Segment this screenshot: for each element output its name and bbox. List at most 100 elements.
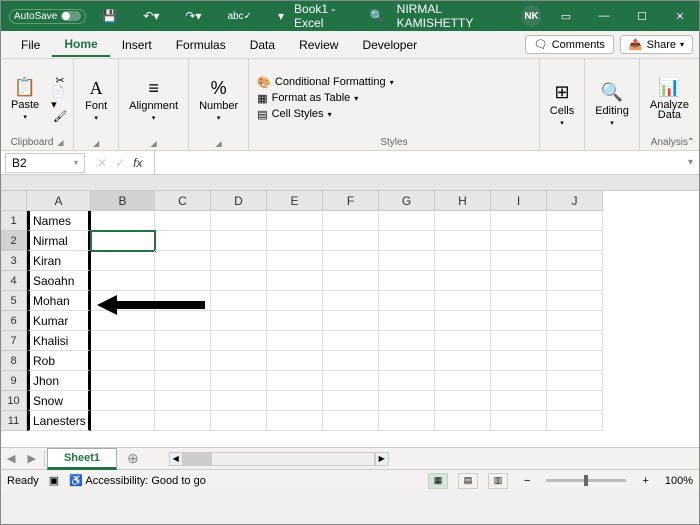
dialog-launcher-number[interactable]: ◢: [216, 139, 222, 148]
cell-D5[interactable]: [211, 291, 267, 311]
cells-button[interactable]: ⊞ Cells ▾: [544, 79, 580, 129]
cell-G9[interactable]: [379, 371, 435, 391]
enter-formula-button[interactable]: ✓: [115, 156, 125, 170]
cell-D7[interactable]: [211, 331, 267, 351]
cell-C10[interactable]: [155, 391, 211, 411]
cell-C9[interactable]: [155, 371, 211, 391]
cell-D9[interactable]: [211, 371, 267, 391]
cell-I7[interactable]: [491, 331, 547, 351]
cell-I6[interactable]: [491, 311, 547, 331]
accessibility-status[interactable]: ♿ Accessibility: Good to go: [69, 474, 206, 487]
cell-A4[interactable]: Saoahn: [27, 271, 91, 291]
user-avatar[interactable]: NK: [522, 5, 541, 27]
zoom-out-button[interactable]: −: [518, 475, 536, 487]
cell-J10[interactable]: [547, 391, 603, 411]
formula-input[interactable]: [154, 151, 682, 174]
cell-A2[interactable]: Nirmal: [27, 231, 91, 251]
row-header-2[interactable]: 2: [1, 231, 27, 251]
cell-F1[interactable]: [323, 211, 379, 231]
collapse-ribbon-button[interactable]: ⌃: [687, 137, 695, 148]
row-header-4[interactable]: 4: [1, 271, 27, 291]
cell-D11[interactable]: [211, 411, 267, 431]
column-header-C[interactable]: C: [155, 191, 211, 211]
cell-C3[interactable]: [155, 251, 211, 271]
copy-button[interactable]: 📄▾: [51, 90, 69, 106]
name-box[interactable]: B2 ▾: [5, 153, 85, 173]
comments-button[interactable]: 🗨Comments: [525, 35, 614, 54]
redo-button[interactable]: ↷▾: [175, 1, 211, 31]
fx-icon[interactable]: fx: [133, 156, 142, 170]
zoom-slider[interactable]: [546, 479, 626, 482]
row-header-3[interactable]: 3: [1, 251, 27, 271]
row-header-5[interactable]: 5: [1, 291, 27, 311]
cell-G1[interactable]: [379, 211, 435, 231]
cell-E11[interactable]: [267, 411, 323, 431]
cell-I1[interactable]: [491, 211, 547, 231]
cell-J9[interactable]: [547, 371, 603, 391]
row-header-11[interactable]: 11: [1, 411, 27, 431]
select-all-corner[interactable]: [1, 191, 27, 211]
cell-C7[interactable]: [155, 331, 211, 351]
conditional-formatting-button[interactable]: 🎨Conditional Formatting▾: [253, 75, 397, 90]
cell-E7[interactable]: [267, 331, 323, 351]
cell-H1[interactable]: [435, 211, 491, 231]
cell-styles-button[interactable]: ▤Cell Styles▾: [253, 107, 397, 122]
cell-G3[interactable]: [379, 251, 435, 271]
autosave-toggle[interactable]: AutoSave: [9, 9, 86, 24]
cell-B3[interactable]: [91, 251, 155, 271]
cell-F6[interactable]: [323, 311, 379, 331]
cell-J5[interactable]: [547, 291, 603, 311]
cell-G7[interactable]: [379, 331, 435, 351]
cell-G8[interactable]: [379, 351, 435, 371]
cell-J11[interactable]: [547, 411, 603, 431]
cell-A5[interactable]: Mohan: [27, 291, 91, 311]
cell-C11[interactable]: [155, 411, 211, 431]
cell-E2[interactable]: [267, 231, 323, 251]
row-header-8[interactable]: 8: [1, 351, 27, 371]
add-sheet-button[interactable]: ⊕: [117, 450, 149, 467]
cell-J7[interactable]: [547, 331, 603, 351]
tab-data[interactable]: Data: [238, 34, 287, 56]
cell-F11[interactable]: [323, 411, 379, 431]
cell-H2[interactable]: [435, 231, 491, 251]
cell-E9[interactable]: [267, 371, 323, 391]
column-header-J[interactable]: J: [547, 191, 603, 211]
column-header-A[interactable]: A: [27, 191, 91, 211]
cell-I2[interactable]: [491, 231, 547, 251]
cell-E6[interactable]: [267, 311, 323, 331]
scroll-thumb[interactable]: [184, 453, 212, 465]
row-header-7[interactable]: 7: [1, 331, 27, 351]
cell-I10[interactable]: [491, 391, 547, 411]
cell-J6[interactable]: [547, 311, 603, 331]
minimize-button[interactable]: —: [585, 1, 623, 31]
dialog-launcher-font[interactable]: ◢: [93, 139, 99, 148]
page-break-view-button[interactable]: ▥: [488, 473, 508, 489]
cell-E10[interactable]: [267, 391, 323, 411]
cell-H5[interactable]: [435, 291, 491, 311]
cell-F5[interactable]: [323, 291, 379, 311]
column-header-E[interactable]: E: [267, 191, 323, 211]
number-button[interactable]: % Number ▾: [193, 74, 244, 124]
cell-D3[interactable]: [211, 251, 267, 271]
cell-A3[interactable]: Kiran: [27, 251, 91, 271]
cell-I3[interactable]: [491, 251, 547, 271]
cell-J1[interactable]: [547, 211, 603, 231]
format-as-table-button[interactable]: ▦Format as Table▾: [253, 91, 397, 106]
row-header-9[interactable]: 9: [1, 371, 27, 391]
cell-F3[interactable]: [323, 251, 379, 271]
save-button[interactable]: 💾: [92, 1, 127, 31]
cell-B2[interactable]: [91, 231, 155, 251]
cell-B10[interactable]: [91, 391, 155, 411]
cell-C8[interactable]: [155, 351, 211, 371]
cell-F7[interactable]: [323, 331, 379, 351]
cell-A7[interactable]: Khalisi: [27, 331, 91, 351]
cell-G6[interactable]: [379, 311, 435, 331]
column-header-G[interactable]: G: [379, 191, 435, 211]
cell-I11[interactable]: [491, 411, 547, 431]
sheet-nav-next[interactable]: ▶: [21, 452, 41, 465]
maximize-button[interactable]: ☐: [623, 1, 661, 31]
cell-B5[interactable]: [91, 291, 155, 311]
column-header-D[interactable]: D: [211, 191, 267, 211]
cell-G5[interactable]: [379, 291, 435, 311]
cell-F4[interactable]: [323, 271, 379, 291]
